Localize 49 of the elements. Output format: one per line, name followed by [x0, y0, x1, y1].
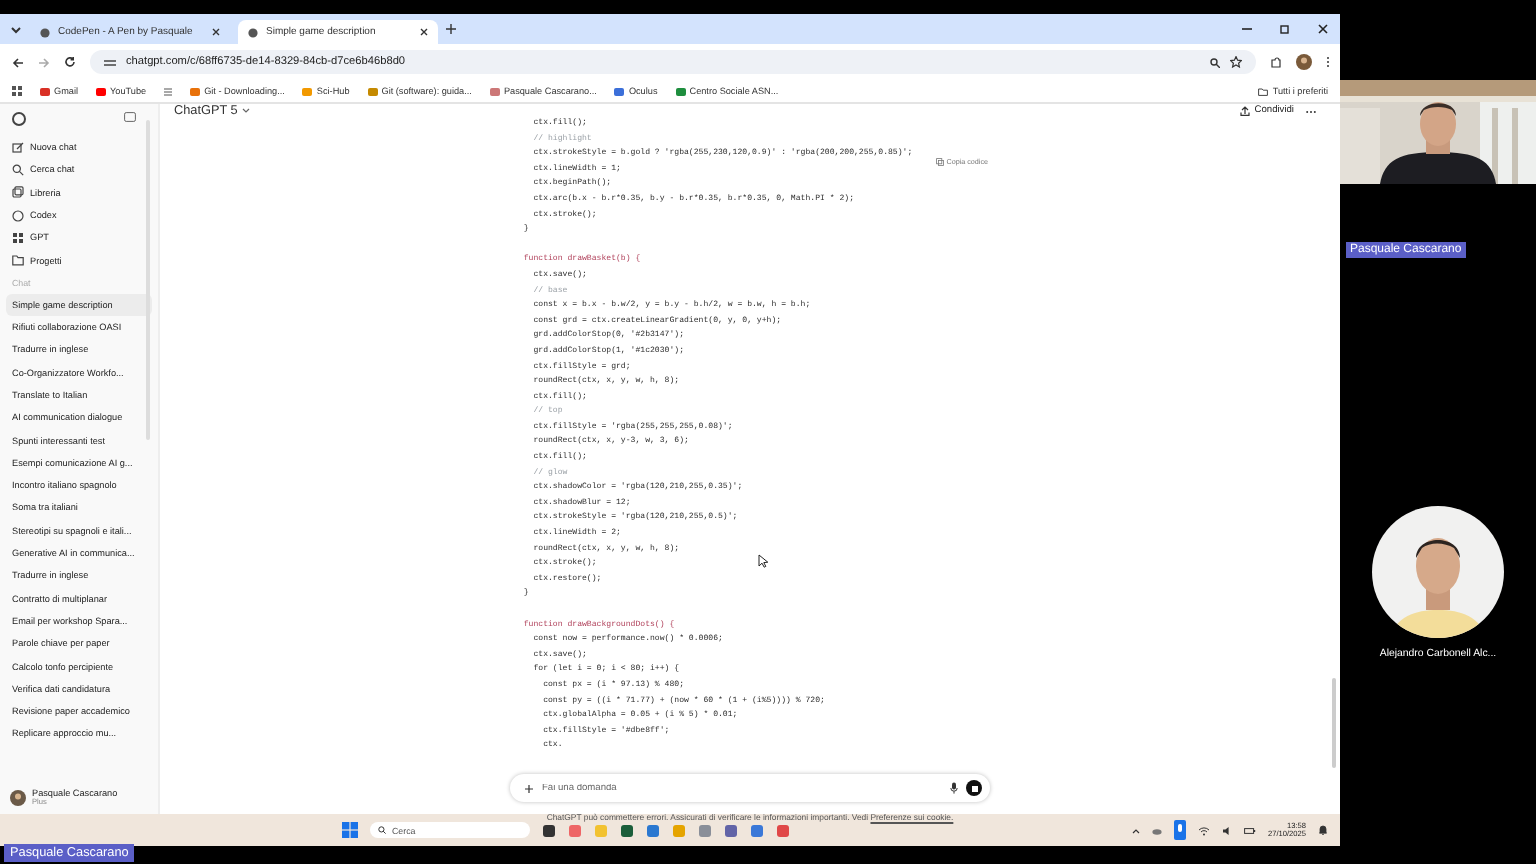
minimize-icon[interactable] [1242, 24, 1252, 34]
user-avatar-icon[interactable] [10, 789, 26, 805]
copy-icon [936, 158, 945, 166]
bookmark-icon [489, 87, 500, 95]
bookmark-icon [40, 87, 50, 95]
grid-icon [12, 231, 24, 244]
microphone-icon [950, 782, 958, 794]
apps-grid-icon[interactable] [12, 86, 22, 96]
close-icon[interactable] [420, 28, 428, 36]
bookmark-icon [302, 87, 313, 95]
bookmark-icon [614, 87, 625, 95]
stop-button[interactable] [966, 780, 982, 796]
logo-icon[interactable] [12, 112, 26, 126]
bookmark-icon [367, 87, 378, 95]
square-icon[interactable] [542, 823, 556, 837]
wifi-icon[interactable] [1198, 825, 1210, 835]
square-icon[interactable] [620, 823, 634, 837]
bell-icon[interactable] [1318, 824, 1329, 836]
bookmark-icon [96, 87, 106, 95]
pencil-square-icon [12, 141, 24, 154]
back-arrow-icon[interactable] [12, 57, 24, 67]
site-settings-icon[interactable] [104, 57, 116, 67]
sidebar-toggle-icon[interactable] [124, 112, 136, 122]
search-icon [378, 826, 386, 834]
stop-icon [971, 785, 977, 791]
star-icon[interactable] [1230, 56, 1242, 68]
speaker-icon[interactable] [1222, 825, 1232, 835]
plus-icon [524, 783, 534, 793]
restore-icon[interactable] [1280, 24, 1290, 34]
battery-plug-icon[interactable] [1244, 825, 1256, 835]
close-icon[interactable] [212, 28, 220, 36]
scrollbar[interactable] [1332, 678, 1336, 768]
bookmark-icon [675, 87, 686, 95]
images-icon [12, 186, 24, 199]
chevron-down-icon [241, 108, 250, 114]
profile-avatar-icon[interactable] [1296, 54, 1312, 70]
chevron-down-icon[interactable] [10, 25, 22, 33]
share-icon [1240, 106, 1251, 116]
puzzle-icon[interactable] [1270, 56, 1282, 68]
search-icon [12, 163, 24, 176]
mouse-cursor-icon [758, 554, 768, 568]
zoom-icon[interactable] [1210, 57, 1220, 67]
plus-icon[interactable] [446, 24, 456, 34]
chevron-up-icon[interactable] [1132, 827, 1140, 833]
windows-start-icon[interactable] [342, 822, 358, 838]
close-icon[interactable] [1318, 24, 1328, 34]
microphone-icon[interactable] [1174, 820, 1186, 840]
bookmark-icon [190, 87, 201, 95]
reload-icon[interactable] [64, 56, 76, 68]
